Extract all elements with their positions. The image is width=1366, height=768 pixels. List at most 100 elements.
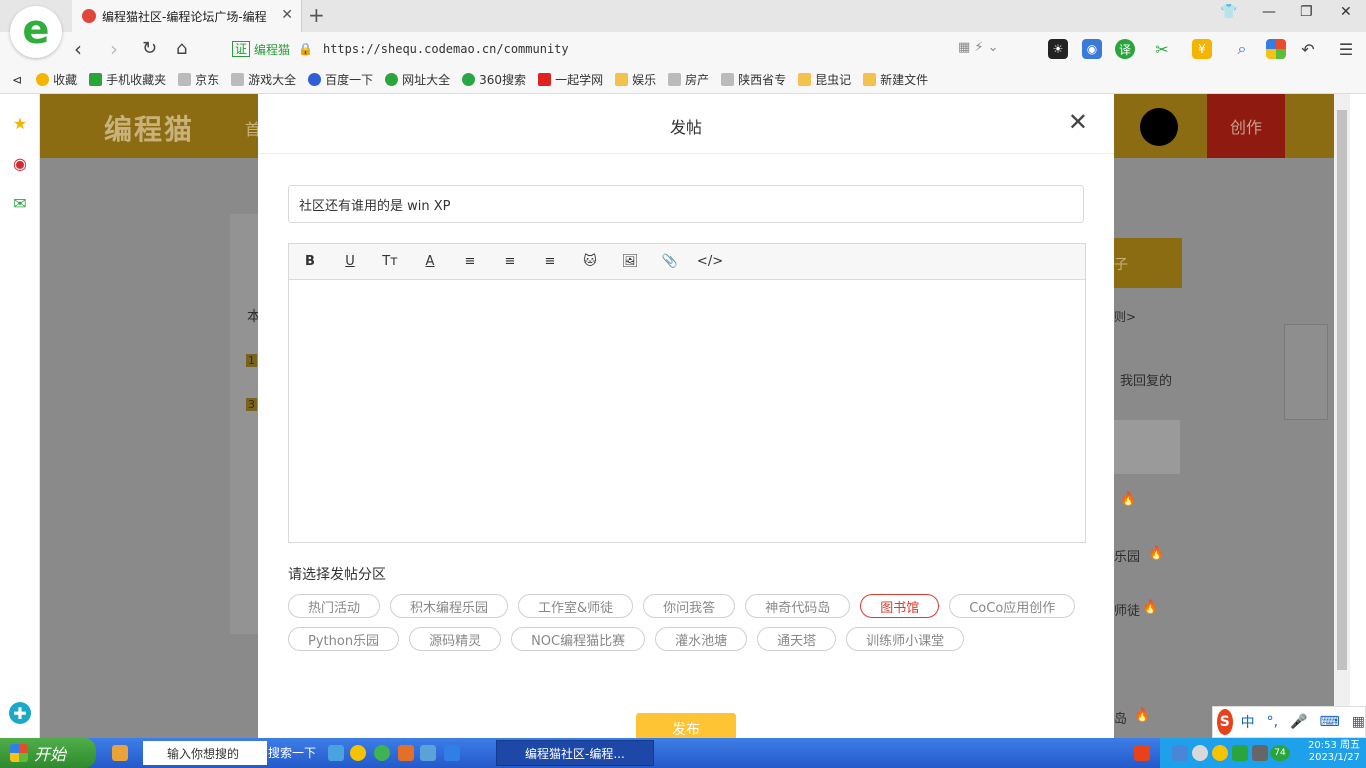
search-icon[interactable]: ⌕	[1232, 39, 1252, 59]
category-tag[interactable]: Python乐园	[288, 627, 400, 651]
quicklaunch-icon[interactable]	[374, 745, 390, 761]
bookmark-item[interactable]: 一起学网	[538, 71, 603, 88]
taskbar-search-input[interactable]: 输入你想搜的	[143, 741, 267, 765]
scroll-thumb[interactable]	[1337, 110, 1347, 670]
sogou-tray-icon[interactable]	[1134, 745, 1150, 761]
align-right-button[interactable]: ≡	[539, 251, 561, 273]
add-panel-icon[interactable]: ✚	[9, 702, 31, 724]
qr-lightning-icons[interactable]: ▦ ⚡ ⌄	[958, 40, 999, 55]
bookmark-item[interactable]: 百度一下	[308, 71, 373, 88]
monitor-icon[interactable]	[1252, 745, 1268, 761]
underline-button[interactable]: U	[339, 251, 361, 273]
tray-icon[interactable]	[1192, 745, 1208, 761]
category-tag[interactable]: 训练师小课堂	[846, 627, 965, 651]
post-title-input[interactable]	[288, 185, 1084, 223]
bookmark-item[interactable]: 房产	[668, 71, 709, 88]
category-tag[interactable]: 源码精灵	[409, 627, 502, 651]
undo-icon[interactable]: ↶	[1298, 39, 1318, 59]
taskbar-app-browser[interactable]: 编程猫社区-编程...	[496, 740, 654, 766]
bookmark-item[interactable]: 陕西省专	[721, 71, 786, 88]
night-mode-icon[interactable]: ☀	[1048, 39, 1068, 59]
insert-image-button[interactable]: 🖼	[619, 251, 641, 273]
quicklaunch-icon[interactable]	[444, 745, 460, 761]
weibo-icon[interactable]: ◉	[9, 152, 31, 174]
scissors-icon[interactable]: ✂	[1152, 39, 1172, 59]
game-ext-icon[interactable]: ◉	[1082, 39, 1102, 59]
bookmark-item[interactable]: 新建文件	[863, 71, 928, 88]
window-close-icon[interactable]: ✕	[1340, 4, 1352, 20]
mail-icon[interactable]: ✉	[9, 192, 31, 214]
category-tag[interactable]: 积木编程乐园	[390, 594, 509, 618]
url-text[interactable]: https://shequ.codemao.cn/community	[323, 42, 569, 56]
shirt-skin-icon[interactable]: 👕	[1220, 4, 1237, 20]
tray-badge[interactable]: 74	[1270, 745, 1290, 761]
browser-logo-icon[interactable]: e	[10, 6, 62, 58]
tray-icon[interactable]	[1172, 745, 1188, 761]
bookmark-item[interactable]: 手机收藏夹	[89, 71, 166, 88]
font-color-button[interactable]: A	[419, 251, 441, 273]
ime-punct[interactable]: °,	[1267, 714, 1278, 730]
refresh-icon[interactable]: ↻	[142, 38, 157, 59]
browser-tab[interactable]: 编程猫社区-编程论坛广场-编程 ✕	[72, 0, 302, 32]
bookmark-item[interactable]: 360搜索	[462, 71, 526, 88]
category-tag[interactable]: CoCo应用创作	[949, 594, 1076, 618]
category-tag[interactable]: 灌水池塘	[655, 627, 748, 651]
ime-mode[interactable]: 中	[1241, 712, 1255, 732]
bold-button[interactable]: B	[299, 251, 321, 273]
publish-button[interactable]: 发布	[636, 713, 736, 738]
editor-content-area[interactable]	[289, 280, 1085, 542]
category-tag[interactable]: 你问我答	[643, 594, 736, 618]
shield-icon[interactable]	[1232, 745, 1248, 761]
bookmark-item[interactable]: 收藏	[36, 71, 77, 88]
cert-badge[interactable]: 证	[232, 41, 251, 57]
modal-title: 发帖	[669, 118, 702, 137]
category-tag[interactable]: 通天塔	[757, 627, 837, 651]
align-center-button[interactable]: ≡	[499, 251, 521, 273]
page-scrollbar[interactable]	[1334, 94, 1350, 738]
quicklaunch-icon[interactable]	[350, 745, 366, 761]
clock[interactable]: 20:53 周五 2023/1/27	[1308, 740, 1360, 764]
home-icon[interactable]: ⌂	[176, 38, 187, 59]
bookmark-item[interactable]: 网址大全	[385, 71, 450, 88]
favorites-icon[interactable]: ★	[9, 112, 31, 134]
ime-grid-icon[interactable]: ▦	[1352, 714, 1365, 730]
tray-icon[interactable]	[1212, 745, 1228, 761]
start-button[interactable]: 开始	[0, 738, 96, 768]
bookmark-item[interactable]: 京东	[178, 71, 219, 88]
font-size-button[interactable]: Tт	[379, 251, 401, 273]
microphone-icon[interactable]: 🎤	[1290, 714, 1307, 730]
sogou-ime-icon[interactable]: S	[1217, 709, 1233, 735]
modal-close-icon[interactable]: ✕	[1068, 110, 1088, 134]
quicklaunch-icon[interactable]	[112, 745, 128, 761]
coupon-icon[interactable]: ¥	[1192, 39, 1212, 59]
apps-icon[interactable]	[1266, 39, 1286, 59]
category-tag[interactable]: NOC编程猫比赛	[511, 627, 646, 651]
attach-file-button[interactable]: 📎	[659, 251, 681, 273]
bookmark-item[interactable]: 昆虫记	[798, 71, 851, 88]
translate-icon[interactable]: 译	[1115, 39, 1135, 59]
taskbar-search-button[interactable]: 搜索一下	[268, 744, 316, 761]
tab-close-icon[interactable]: ✕	[281, 7, 293, 23]
forward-icon[interactable]: ›	[110, 37, 118, 61]
codemao-emoji-button[interactable]: 🐱	[579, 251, 601, 273]
quicklaunch-icon[interactable]	[420, 745, 436, 761]
category-tag[interactable]: 热门活动	[288, 594, 381, 618]
quicklaunch-icon[interactable]	[398, 745, 414, 761]
new-tab-button[interactable]: +	[308, 3, 325, 27]
bookmark-item[interactable]: 游戏大全	[231, 71, 296, 88]
back-icon[interactable]: ‹	[74, 37, 82, 61]
category-tag[interactable]: 神奇代码岛	[745, 594, 851, 618]
minimize-icon[interactable]: —	[1262, 4, 1276, 20]
restore-icon[interactable]: ❐	[1300, 4, 1313, 20]
url-field[interactable]: 证 编程猫 🔒 https://shequ.codemao.cn/communi…	[232, 38, 1032, 60]
category-tag[interactable]: 工作室&师徒	[518, 594, 634, 618]
category-tag[interactable]: 图书馆	[860, 594, 940, 618]
quicklaunch-icon[interactable]	[328, 745, 344, 761]
lock-icon[interactable]: 🔒	[298, 42, 313, 56]
insert-code-button[interactable]: </>	[697, 251, 723, 273]
align-left-button[interactable]: ≡	[459, 251, 481, 273]
keyboard-icon[interactable]: ⌨	[1320, 714, 1340, 730]
menu-icon[interactable]: ☰	[1336, 39, 1356, 59]
bookmarks-collapse-icon[interactable]: ⊲	[12, 73, 22, 87]
bookmark-item[interactable]: 娱乐	[615, 71, 656, 88]
